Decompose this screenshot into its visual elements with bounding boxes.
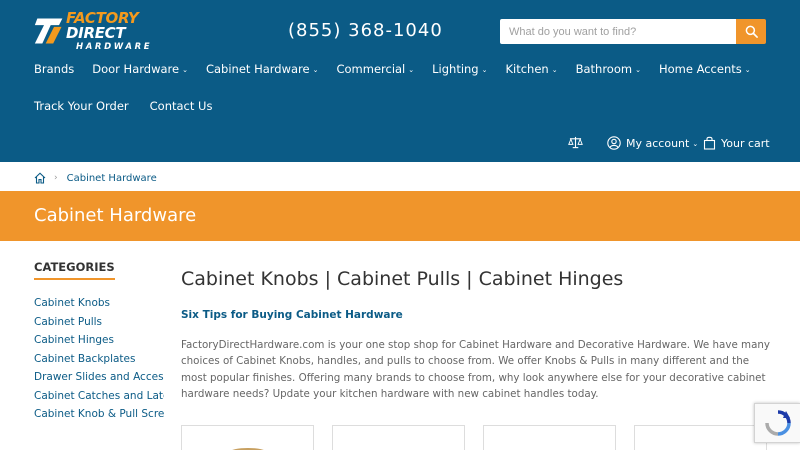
cart-button[interactable]: Your cart: [703, 136, 770, 150]
search-input[interactable]: [500, 19, 736, 44]
breadcrumb: › Cabinet Hardware: [34, 172, 157, 184]
recaptcha-badge[interactable]: [754, 403, 800, 443]
compare-button[interactable]: [568, 136, 588, 149]
chevron-down-icon: ⌄: [312, 66, 319, 74]
nav-home-accents[interactable]: Home Accents ⌄: [659, 62, 751, 76]
breadcrumb-separator: ›: [54, 173, 58, 183]
search-button[interactable]: [736, 19, 766, 44]
nav-door-hardware[interactable]: Door Hardware ⌄: [92, 62, 188, 76]
my-account-label: My account: [626, 136, 690, 150]
site-logo[interactable]: FACTORY DIRECT HARDWARE: [34, 10, 180, 52]
logo-word-hardware: HARDWARE: [76, 41, 153, 52]
scale-icon: [568, 136, 583, 149]
secondary-nav: Track Your Order Contact Us: [34, 99, 233, 113]
nav-commercial[interactable]: Commercial ⌄: [336, 62, 414, 76]
shopping-bag-icon: [703, 136, 716, 150]
categories-heading: CATEGORIES: [34, 260, 115, 280]
recaptcha-icon: [764, 410, 791, 436]
my-account-button[interactable]: My account ⌄: [607, 136, 698, 150]
cart-label: Your cart: [721, 136, 770, 150]
chevron-down-icon: ⌄: [182, 66, 188, 74]
breadcrumb-current[interactable]: Cabinet Hardware: [67, 173, 157, 184]
site-header: FACTORY DIRECT HARDWARE (855) 368-1040 B…: [0, 0, 800, 162]
nav-bathroom[interactable]: Bathroom ⌄: [576, 62, 641, 76]
category-link[interactable]: Cabinet Hinges: [34, 334, 164, 353]
search-icon: [745, 25, 758, 38]
tips-link[interactable]: Six Tips for Buying Cabinet Hardware: [181, 309, 403, 321]
user-icon: [607, 136, 621, 150]
main-nav: Brands Door Hardware ⌄ Cabinet Hardware ⌄ …: [34, 62, 769, 76]
logo-icon: [34, 18, 63, 44]
category-link[interactable]: Cabinet Backplates: [34, 353, 164, 372]
home-icon[interactable]: [34, 172, 46, 184]
category-link[interactable]: Cabinet Catches and Latches: [34, 390, 164, 409]
category-link[interactable]: Drawer Slides and Accessories: [34, 371, 164, 390]
nav-contact-us[interactable]: Contact Us: [150, 99, 213, 113]
chevron-down-icon: ⌄: [481, 66, 488, 74]
category-link[interactable]: Cabinet Knobs: [34, 297, 164, 316]
chevron-down-icon: ⌄: [744, 66, 751, 74]
chevron-down-icon: ⌄: [692, 140, 699, 148]
chevron-down-icon: ⌄: [551, 66, 558, 74]
category-link[interactable]: Cabinet Pulls: [34, 316, 164, 335]
nav-kitchen[interactable]: Kitchen ⌄: [505, 62, 557, 76]
search-bar: [500, 19, 766, 44]
nav-brands[interactable]: Brands: [34, 62, 74, 76]
logo-word-direct: DIRECT: [66, 23, 126, 42]
category-banner: Cabinet Hardware: [0, 191, 800, 241]
intro-paragraph: FactoryDirectHardware.com is your one st…: [181, 339, 771, 400]
nav-track-order[interactable]: Track Your Order: [34, 99, 129, 113]
category-list: Cabinet Knobs Cabinet Pulls Cabinet Hing…: [34, 297, 164, 427]
product-card[interactable]: [634, 425, 767, 450]
product-card[interactable]: [181, 425, 314, 450]
product-card[interactable]: [483, 425, 616, 450]
page-title: Cabinet Knobs | Cabinet Pulls | Cabinet …: [181, 268, 624, 290]
phone-number[interactable]: (855) 368-1040: [288, 20, 443, 41]
chevron-down-icon: ⌄: [635, 66, 641, 74]
nav-lighting[interactable]: Lighting ⌄: [432, 62, 487, 76]
chevron-down-icon: ⌄: [408, 66, 415, 74]
product-card-row: [181, 425, 785, 450]
banner-title: Cabinet Hardware: [34, 205, 197, 226]
product-card[interactable]: [332, 425, 465, 450]
nav-cabinet-hardware[interactable]: Cabinet Hardware ⌄: [206, 62, 319, 76]
category-link[interactable]: Cabinet Knob & Pull Screws: [34, 408, 164, 427]
